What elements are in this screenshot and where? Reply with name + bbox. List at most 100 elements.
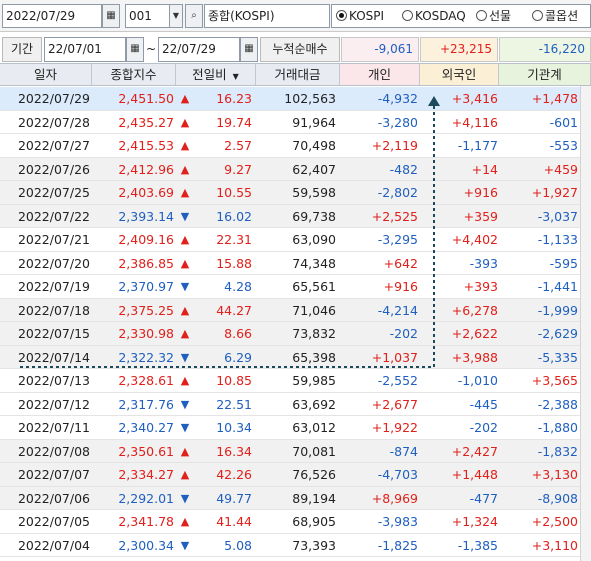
cell-change: 10.34 [216,420,252,435]
cell-foreign: +916 [463,185,498,200]
cell-foreign: +4,402 [451,232,498,247]
table-row[interactable]: 2022/07/04 2,300.34 5.08 73,393 -1,825 -1,385… [0,534,591,557]
cell-date: 2022/07/05 [17,514,90,529]
vertical-scrollbar[interactable] [580,86,591,561]
cell-institution: +459 [543,161,578,177]
arrow-down-icon: ▼ [180,421,190,434]
cell-change: 16.23 [216,91,252,106]
code-input[interactable]: 001 [125,4,171,28]
table-row[interactable]: 2022/07/28 2,435.27 19.74 91,964 -3,280 +4,11… [0,111,591,134]
cell-individual: +1,037 [371,349,418,365]
chevron-down-icon: ▼ [172,11,180,20]
radio-kosdaq[interactable]: KOSDAQ [402,5,466,27]
radio-kospi[interactable]: KOSPI [336,5,384,27]
calendar-icon: ▦ [130,43,140,54]
table-row[interactable]: 2022/07/14 2,322.32 6.29 65,398 +1,037 +3,988… [0,345,591,369]
table-row[interactable]: 2022/07/07 2,334.27 42.26 76,526 -4,703 +1,44… [0,463,591,487]
arrow-up-icon: ▲ [180,115,190,129]
cell-institution: -553 [549,138,578,153]
cell-volume: 74,348 [292,255,336,271]
col-header-institution[interactable]: 기관계 [499,64,591,85]
cell-individual: +8,969 [371,490,418,506]
col-header-date[interactable]: 일자 [0,64,92,85]
col-header-foreign[interactable]: 외국인 [420,64,499,85]
cell-date: 2022/07/18 [17,302,90,318]
table-row[interactable]: 2022/07/19 2,370.97 4.28 65,561 +916 +393 -1,4… [0,275,591,299]
cell-date: 2022/07/06 [17,490,90,506]
cell-volume: 63,692 [292,396,336,412]
table-row[interactable]: 2022/07/15 2,330.98 8.66 73,832 -202 +2,622 -2… [0,322,591,346]
search-button[interactable]: ⌕ [185,4,203,28]
calendar-button[interactable]: ▦ [102,4,120,28]
table-row[interactable]: 2022/07/22 2,393.14 16.02 69,738 +2,525 +359 -… [0,204,591,228]
cell-index: 2,340.27 [118,420,174,435]
cell-index: 2,300.34 [118,537,174,553]
cell-date: 2022/07/26 [17,161,90,177]
cell-change: 10.85 [216,373,252,388]
table-row[interactable]: 2022/07/05 2,341.78 41.44 68,905 -3,983 +1,32… [0,510,591,534]
table-row[interactable]: 2022/07/18 2,375.25 44.27 71,046 -4,214 +6,27… [0,298,591,322]
arrow-up-icon: ▲ [180,162,190,176]
radio-unchecked-icon [476,10,487,21]
start-date-input[interactable]: 22/07/01 [44,37,126,62]
cell-institution: +3,110 [531,537,578,553]
arrow-down-icon: ▼ [180,209,190,223]
table-row[interactable]: 2022/07/20 2,386.85 15.88 74,348 +642 -393 -59… [0,252,591,275]
cell-foreign: -202 [469,420,498,435]
col-header-index[interactable]: 종합지수 [92,64,176,85]
cell-change: 6.29 [224,349,252,365]
cell-date: 2022/07/14 [17,349,90,365]
table-row[interactable]: 2022/07/12 2,317.76 22.51 63,692 +2,677 -445 -… [0,393,591,416]
col-header-change[interactable]: 전일비 ▼ [176,64,256,85]
col-header-individual[interactable]: 개인 [340,64,420,85]
cell-date: 2022/07/19 [17,279,90,294]
cell-index: 2,403.69 [118,185,174,200]
arrow-up-icon: ▲ [180,186,190,199]
start-calendar-button[interactable]: ▦ [126,37,144,62]
cell-individual: -4,703 [377,467,418,482]
table-row[interactable]: 2022/07/29 2,451.50 16.23 102,563 -4,932 +3,4… [0,87,591,111]
table-row[interactable]: 2022/07/06 2,292.01 49.77 89,194 +8,969 -477 -… [0,486,591,510]
table-row[interactable]: 2022/07/27 2,415.53 2.57 70,498 +2,119 -1,177… [0,134,591,158]
table-row[interactable]: 2022/07/21 2,409.16 22.31 63,090 -3,295 +4,40… [0,228,591,252]
cell-index: 2,317.76 [118,396,174,412]
cell-foreign: -1,385 [457,537,498,553]
end-date-input[interactable]: 22/07/29 [158,37,240,62]
cell-change: 41.44 [216,514,252,529]
table-row[interactable]: 2022/07/13 2,328.61 10.85 59,985 -2,552 -1,01… [0,369,591,393]
radio-label: 선물 [489,9,512,23]
cell-change: 22.51 [216,396,252,412]
cell-foreign: -445 [469,396,498,412]
cell-foreign: -393 [469,255,498,271]
cell-change: 22.31 [216,232,252,247]
cell-foreign: +14 [471,161,498,177]
date-input[interactable]: 2022/07/29 [2,4,102,28]
table-row[interactable]: 2022/07/11 2,340.27 10.34 63,012 +1,922 -202 -… [0,416,591,440]
cell-index: 2,370.97 [118,279,174,294]
arrow-up-icon: ▲ [180,256,190,270]
cell-date: 2022/07/13 [17,373,90,388]
cell-individual: -2,802 [377,185,418,200]
arrow-down-icon: ▼ [180,280,190,293]
table-row[interactable]: 2022/07/08 2,350.61 16.34 70,081 -874 +2,427 -… [0,439,591,463]
code-dropdown-button[interactable]: ▼ [169,4,183,28]
radio-call-option[interactable]: 콜옵션 [532,5,578,27]
radio-futures[interactable]: 선물 [476,5,511,27]
table-row[interactable]: 2022/07/25 2,403.69 10.55 59,598 -2,802 +916 +… [0,181,591,205]
cell-foreign: +1,324 [451,514,498,529]
col-header-volume[interactable]: 거래대금 [256,64,340,85]
cell-change: 42.26 [216,467,252,482]
cell-individual: +642 [383,255,418,271]
cell-volume: 71,046 [292,302,336,318]
cell-change: 4.28 [224,279,252,294]
cell-foreign: +3,416 [451,91,498,106]
cell-date: 2022/07/08 [17,443,90,459]
cell-date: 2022/07/28 [17,114,90,130]
period-label: 기간 [2,37,42,62]
table-row[interactable]: 2022/07/26 2,412.96 9.27 62,407 -482 +14 +459 ▲ [0,157,591,181]
sort-down-icon[interactable]: ▼ [233,72,239,81]
cell-volume: 89,194 [292,490,336,506]
cell-institution: +1,927 [531,185,578,200]
cell-individual: +1,922 [371,420,418,435]
end-calendar-button[interactable]: ▦ [240,37,258,62]
